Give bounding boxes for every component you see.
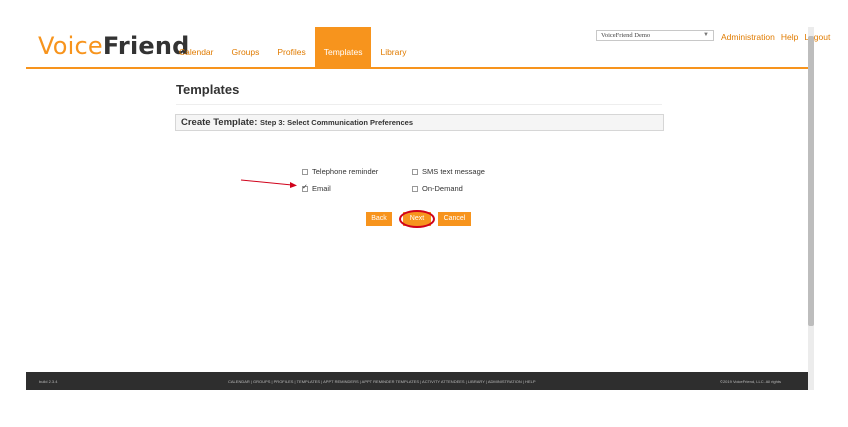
cancel-button[interactable]: Cancel — [438, 212, 471, 226]
administration-link[interactable]: Administration — [721, 32, 775, 42]
main-nav: Calendar Groups Profiles Templates Libra… — [170, 27, 415, 67]
sms-option[interactable]: SMS text message — [412, 167, 485, 176]
nav-profiles[interactable]: Profiles — [268, 27, 314, 67]
back-button[interactable]: Back — [366, 212, 392, 226]
account-select[interactable]: VoiceFriend Demo ▼ — [596, 30, 714, 41]
nav-groups[interactable]: Groups — [223, 27, 269, 67]
telephone-reminder-option[interactable]: Telephone reminder — [302, 167, 378, 176]
email-checkbox[interactable] — [302, 183, 308, 192]
on-demand-option[interactable]: On-Demand — [412, 184, 463, 193]
on-demand-label: On-Demand — [422, 184, 463, 193]
account-select-value: VoiceFriend Demo — [601, 32, 651, 39]
footer-nav-links[interactable]: CALENDAR | GROUPS | PROFILES | TEMPLATES… — [228, 379, 536, 384]
scrollbar-thumb[interactable] — [808, 36, 814, 326]
title-divider — [176, 104, 662, 105]
nav-calendar[interactable]: Calendar — [170, 27, 223, 67]
build-version: build 2.3.4 — [39, 379, 58, 384]
page-title: Templates — [176, 82, 240, 97]
chevron-down-icon: ▼ — [703, 32, 709, 38]
footer-bar: build 2.3.4 CALENDAR | GROUPS | PROFILES… — [26, 372, 808, 390]
on-demand-checkbox[interactable] — [412, 185, 418, 192]
copyright-text: ©2019 VoiceFriend, LLC. All rights — [720, 379, 781, 384]
voicefriend-logo[interactable]: VoiceFriend — [38, 32, 190, 61]
step-detail: Step 3: Select Communication Preferences — [260, 118, 413, 127]
sms-label: SMS text message — [422, 167, 485, 176]
app-window: VoiceFriend Calendar Groups Profiles Tem… — [26, 27, 830, 390]
help-link[interactable]: Help — [781, 32, 798, 42]
next-button-highlight-ring — [399, 210, 435, 228]
step-title: Create Template: — [181, 117, 258, 128]
email-label: Email — [312, 184, 331, 193]
telephone-reminder-checkbox[interactable] — [302, 168, 308, 175]
nav-library[interactable]: Library — [371, 27, 415, 67]
sms-checkbox[interactable] — [412, 168, 418, 175]
email-option[interactable]: Email — [302, 183, 331, 193]
red-arrow-annotation-icon — [240, 179, 297, 188]
step-header: Create Template: Step 3: Select Communic… — [175, 114, 664, 131]
nav-templates[interactable]: Templates — [314, 27, 372, 67]
header-bar: VoiceFriend Calendar Groups Profiles Tem… — [26, 27, 830, 69]
telephone-reminder-label: Telephone reminder — [312, 167, 379, 176]
